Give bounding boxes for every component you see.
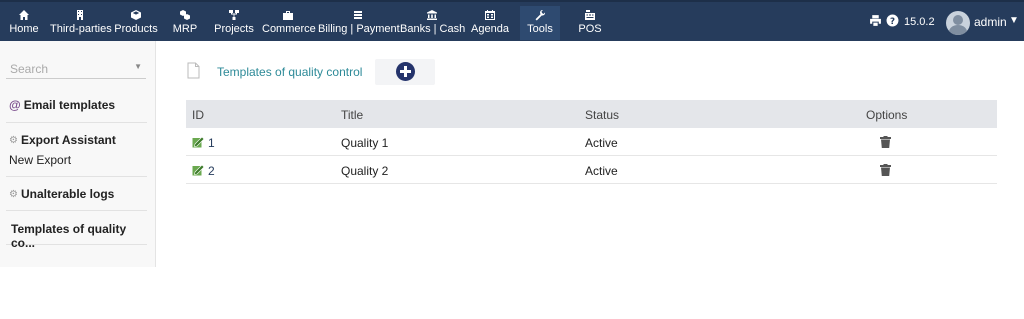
- edit-record-icon[interactable]: [192, 164, 205, 176]
- building-icon: [50, 6, 110, 22]
- money-icon: [318, 6, 398, 22]
- trash-icon[interactable]: [880, 136, 891, 148]
- help-icon[interactable]: ?: [886, 14, 899, 30]
- left-sidebar: Search ▼ @ Email templates ⚙ Export Assi…: [0, 41, 156, 267]
- menu-title-label[interactable]: Templates of quality co...: [11, 222, 147, 250]
- column-header-options: Options: [866, 108, 908, 122]
- nav-home[interactable]: Home: [6, 6, 42, 40]
- home-icon: [6, 6, 42, 22]
- nav-agenda[interactable]: Agenda: [470, 6, 510, 40]
- row-status: Active: [585, 164, 618, 178]
- nav-label: Billing | Payment: [318, 23, 400, 35]
- chevron-down-icon: ▼: [134, 62, 142, 71]
- nav-label: Third-parties: [50, 23, 112, 35]
- nav-tools[interactable]: Tools: [520, 6, 560, 40]
- menu-title-label[interactable]: Unalterable logs: [21, 187, 114, 201]
- cubes-icon: [169, 6, 201, 22]
- nav-label: Projects: [214, 23, 254, 35]
- column-header-title[interactable]: Title: [341, 108, 363, 122]
- menu-title-label[interactable]: Export Assistant: [21, 133, 116, 147]
- nav-projects[interactable]: Projects: [212, 6, 256, 40]
- table-header: ID Title Status Options: [186, 100, 997, 128]
- at-icon: @: [9, 98, 21, 112]
- column-header-id[interactable]: ID: [192, 108, 204, 122]
- table-row: 1 Quality 1 Active: [186, 128, 997, 156]
- row-status: Active: [585, 136, 618, 150]
- templates-table: ID Title Status Options 1 Quality 1 Acti…: [186, 100, 997, 184]
- chevron-down-icon[interactable]: ▼: [1009, 15, 1019, 26]
- menu-sub-new-export[interactable]: New Export: [9, 153, 147, 167]
- nav-label: Agenda: [471, 23, 509, 35]
- file-icon: [187, 62, 200, 79]
- trash-icon[interactable]: [880, 164, 891, 176]
- user-name[interactable]: admin: [974, 15, 1007, 29]
- avatar[interactable]: [946, 11, 970, 35]
- svg-text:?: ?: [890, 17, 895, 27]
- nav-label: Tools: [527, 23, 553, 35]
- calendar-icon: [470, 6, 510, 22]
- nav-third-parties[interactable]: Third-parties: [50, 6, 112, 40]
- nav-banks-cash[interactable]: Banks | Cash: [400, 6, 466, 40]
- nav-billing-payment[interactable]: Billing | Payment: [318, 6, 400, 40]
- nav-products[interactable]: Products: [114, 6, 158, 40]
- row-title: Quality 2: [341, 164, 389, 178]
- add-button[interactable]: [375, 59, 435, 85]
- nav-mrp[interactable]: MRP: [169, 6, 201, 40]
- nav-pos[interactable]: POS: [572, 6, 608, 40]
- row-id-link[interactable]: 2: [208, 164, 215, 178]
- nav-label: Products: [114, 23, 158, 35]
- menu-export-assistant: ⚙ Export Assistant New Export: [6, 123, 147, 177]
- edit-record-icon[interactable]: [192, 136, 205, 148]
- search-select[interactable]: Search ▼: [6, 59, 146, 79]
- search-placeholder: Search: [10, 62, 49, 76]
- bank-icon: [400, 6, 464, 22]
- plus-circle-icon: [396, 62, 415, 81]
- menu-unalterable-logs: ⚙ Unalterable logs: [6, 177, 147, 211]
- wrench-icon: [520, 6, 560, 22]
- page-title: Templates of quality control: [217, 65, 363, 79]
- print-icon[interactable]: [869, 14, 882, 30]
- version-label: 15.0.2: [904, 16, 935, 28]
- sitemap-icon: [212, 6, 256, 22]
- gears-icon: ⚙: [9, 188, 18, 200]
- top-menu-bar: Home Third-parties Products MRP Projects…: [0, 0, 1024, 41]
- column-header-status[interactable]: Status: [585, 108, 619, 122]
- nav-label: Commerce: [262, 23, 316, 35]
- nav-label: Home: [9, 23, 39, 35]
- cube-icon: [114, 6, 158, 22]
- nav-label: Banks | Cash: [400, 23, 466, 35]
- menu-email-templates[interactable]: @ Email templates: [6, 91, 147, 123]
- table-row: 2 Quality 2 Active: [186, 156, 997, 184]
- suitcase-icon: [262, 6, 314, 22]
- nav-label: MRP: [172, 23, 198, 35]
- gears-icon: ⚙: [9, 134, 18, 146]
- nav-label: POS: [578, 23, 602, 35]
- menu-title-label[interactable]: Email templates: [24, 98, 115, 112]
- nav-commerce[interactable]: Commerce: [262, 6, 316, 40]
- row-title: Quality 1: [341, 136, 389, 150]
- menu-templates-quality[interactable]: Templates of quality co...: [6, 211, 147, 250]
- cash-register-icon: [572, 6, 608, 22]
- row-id-link[interactable]: 1: [208, 136, 215, 150]
